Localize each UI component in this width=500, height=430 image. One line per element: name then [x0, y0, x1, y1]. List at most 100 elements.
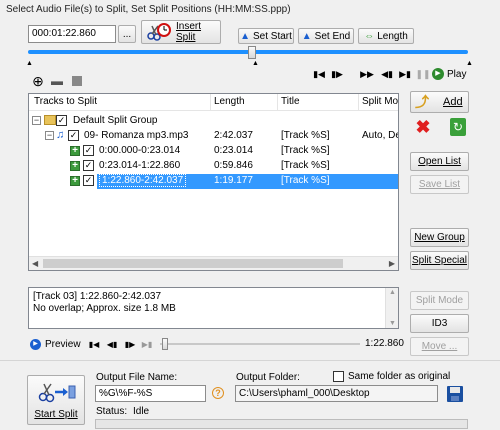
output-folder-label: Output Folder:: [236, 372, 300, 383]
play-icon: ▶: [432, 68, 444, 80]
fast-forward-icon[interactable]: ▶▶: [360, 67, 374, 81]
track-title: [Track %S]: [281, 175, 330, 186]
slider-thumb[interactable]: [248, 46, 256, 59]
track-length: 1:19.177: [214, 175, 253, 186]
group-name: Default Split Group: [73, 115, 158, 126]
tracks-table[interactable]: Tracks to Split Length Title Split Mod −…: [28, 93, 399, 271]
add-group-icon[interactable]: ⊕: [31, 73, 45, 89]
open-list-button[interactable]: Open List: [410, 152, 469, 171]
table-row-selected[interactable]: + ✓ 1:22.860-2:42.037 1:19.177 [Track %S…: [29, 174, 398, 189]
table-row[interactable]: + ✓ 0:00.000-0:23.014 0:23.014 [Track %S…: [29, 144, 398, 159]
horizontal-scrollbar[interactable]: ◀ ▶: [29, 256, 398, 270]
instructions-label: Select Audio File(s) to Split, Set Split…: [6, 4, 291, 15]
square-icon[interactable]: [70, 74, 84, 88]
save-icon[interactable]: [446, 384, 464, 404]
split-mode-button[interactable]: Split Mode: [410, 291, 469, 310]
track-range: 0:23.014-1:22.860: [99, 160, 181, 171]
file-checkbox[interactable]: ✓: [68, 130, 79, 141]
output-file-name-input[interactable]: %G\%F-%S: [95, 385, 206, 402]
collapse-toggle[interactable]: −: [32, 116, 41, 125]
column-header-split-mode[interactable]: Split Mod: [362, 96, 398, 107]
status-label: Status:: [96, 406, 128, 417]
scroll-up-icon[interactable]: ▲: [389, 289, 396, 296]
save-list-button[interactable]: Save List: [410, 175, 469, 194]
split-mode-label: Split Mode: [415, 295, 464, 306]
track-length: 0:23.014: [214, 145, 253, 156]
table-row[interactable]: + ✓ 0:23.014-1:22.860 0:59.846 [Track %S…: [29, 159, 398, 174]
move-button[interactable]: Move ...: [410, 337, 469, 356]
scroll-right-icon[interactable]: ▶: [389, 259, 395, 268]
table-row-file[interactable]: − ♫ ✓ 09- Romanza mp3.mp3 2:42.037 [Trac…: [29, 129, 398, 144]
new-group-button[interactable]: New Group: [410, 228, 469, 247]
split-special-button[interactable]: Split Special: [410, 251, 469, 270]
slider-start-marker: ▲: [26, 60, 33, 67]
set-start-button[interactable]: ▲ Set Start: [238, 28, 294, 44]
scroll-down-icon[interactable]: ▼: [389, 320, 396, 327]
set-end-button[interactable]: ▲ Set End: [298, 28, 354, 44]
browse-button[interactable]: ...: [118, 25, 136, 43]
step-back-icon[interactable]: ◀▮: [380, 67, 394, 81]
info-line-2: No overlap; Approx. size 1.8 MB: [33, 303, 176, 314]
same-folder-checkbox[interactable]: Same folder as original: [333, 370, 450, 383]
start-split-button[interactable]: Start Split: [27, 375, 85, 425]
skip-end-icon[interactable]: ▶▮: [398, 67, 412, 81]
scissors-clock-icon: [146, 22, 172, 42]
add-label: Add: [443, 96, 463, 108]
preview-step-back-icon[interactable]: ◀▮: [106, 337, 118, 351]
scroll-left-icon[interactable]: ◀: [32, 259, 38, 268]
column-header-length[interactable]: Length: [214, 96, 245, 107]
info-box: [Track 03] 1:22.860-2:42.037 No overlap;…: [28, 287, 399, 329]
scroll-thumb[interactable]: [43, 259, 343, 268]
preview-step-forward-icon[interactable]: ▮▶: [124, 337, 136, 351]
collapse-toggle[interactable]: −: [45, 131, 54, 140]
track-add-icon[interactable]: +: [70, 161, 80, 171]
column-header-title[interactable]: Title: [281, 96, 300, 107]
track-checkbox[interactable]: ✓: [83, 145, 94, 156]
track-range: 0:00.000-0:23.014: [99, 145, 181, 156]
same-folder-checkbox-box[interactable]: [333, 371, 344, 382]
track-title: [Track %S]: [281, 160, 330, 171]
preview-skip-back-icon[interactable]: ▮◀: [88, 337, 100, 351]
id3-button[interactable]: ID3: [410, 314, 469, 333]
refresh-icon[interactable]: ↻: [450, 118, 466, 136]
track-checkbox[interactable]: ✓: [83, 175, 94, 186]
music-note-icon: ♫: [56, 129, 65, 141]
help-label: ?: [215, 388, 221, 398]
output-folder-input[interactable]: C:\Users\phaml_000\Desktop: [235, 385, 438, 402]
preview-slider-thumb[interactable]: [162, 338, 168, 350]
table-row-group[interactable]: − ✓ Default Split Group: [29, 114, 398, 129]
preview-skip-end-icon[interactable]: ▶▮: [141, 337, 153, 351]
skip-start-icon[interactable]: ▮◀: [312, 67, 326, 81]
track-add-icon[interactable]: +: [70, 146, 80, 156]
delete-icon[interactable]: ✖: [414, 117, 432, 137]
add-button[interactable]: ⤴ Add: [410, 91, 469, 113]
position-slider[interactable]: [28, 46, 468, 60]
step-forward-icon[interactable]: ▮▶: [330, 67, 344, 81]
pause-icon[interactable]: ❚❚: [415, 67, 430, 81]
remove-group-icon[interactable]: ▬: [50, 74, 64, 88]
track-range: 1:22.860-2:42.037: [99, 174, 187, 187]
length-button[interactable]: ⇔ Length: [358, 28, 414, 44]
double-arrow-icon: ⇔: [364, 30, 375, 42]
preview-button[interactable]: ▶ Preview: [30, 337, 81, 351]
file-length: 2:42.037: [214, 130, 253, 141]
status-value: Idle: [133, 406, 150, 417]
length-label: Length: [377, 30, 408, 42]
track-add-icon[interactable]: +: [70, 176, 80, 186]
insert-split-button[interactable]: Insert Split: [141, 20, 221, 44]
play-button[interactable]: ▶ Play: [432, 66, 472, 82]
time-input[interactable]: 000:01:22.860: [28, 25, 116, 43]
track-title: [Track %S]: [281, 145, 330, 156]
id3-label: ID3: [431, 318, 448, 329]
file-name: 09- Romanza mp3.mp3: [84, 130, 189, 141]
column-header-tracks[interactable]: Tracks to Split: [34, 96, 97, 107]
new-group-label: New Group: [414, 232, 465, 243]
preview-label: Preview: [45, 338, 81, 350]
scissors-arrow-icon: [36, 381, 76, 403]
help-icon[interactable]: ?: [212, 387, 224, 399]
track-checkbox[interactable]: ✓: [83, 160, 94, 171]
vertical-scrollbar[interactable]: ▲ ▼: [385, 288, 398, 328]
group-checkbox[interactable]: ✓: [56, 115, 67, 126]
track-length: 0:59.846: [214, 160, 253, 171]
preview-slider[interactable]: [160, 338, 360, 350]
